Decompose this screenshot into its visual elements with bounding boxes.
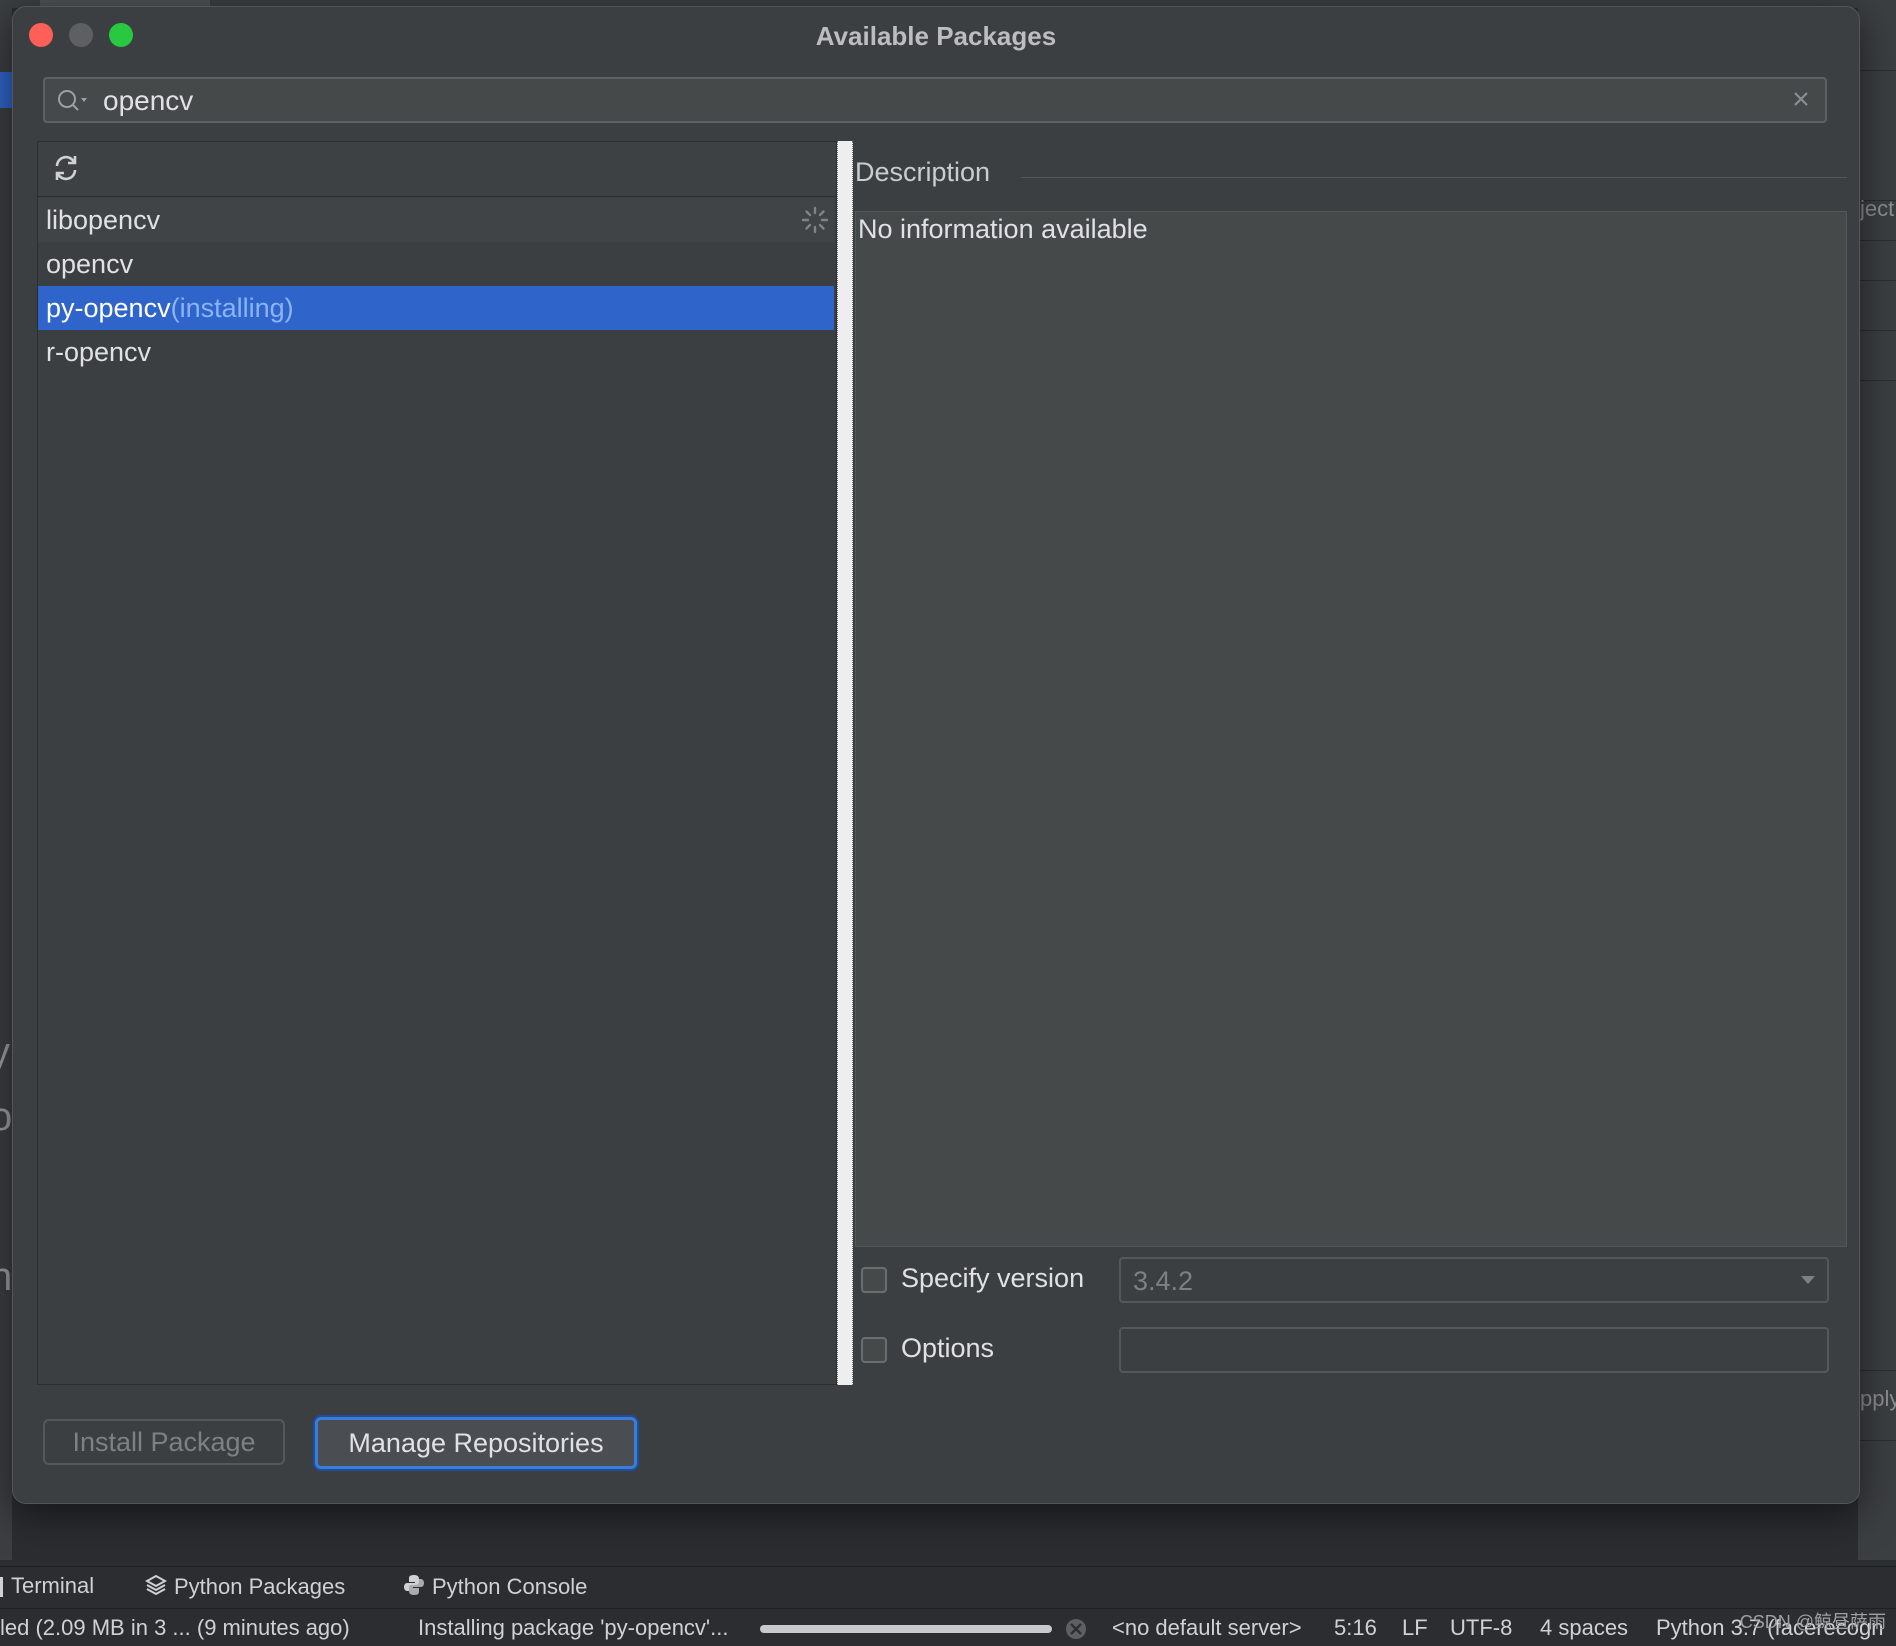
task-progress-bar	[760, 1625, 1052, 1633]
tool-window-label: Terminal	[11, 1573, 95, 1598]
status-message[interactable]: led (2.09 MB in 3 ... (9 minutes ago)	[0, 1615, 350, 1641]
description-panel: No information available	[855, 211, 1847, 1247]
watermark: CSDN @鲸昼萨雨	[1739, 1612, 1886, 1632]
description-text: No information available	[858, 214, 1148, 244]
status-encoding[interactable]: UTF-8	[1450, 1615, 1512, 1641]
package-list-toolbar	[38, 142, 836, 197]
tool-window-terminal[interactable]: Terminal	[0, 1573, 94, 1599]
tool-window-label: Python Console	[432, 1573, 588, 1599]
tool-window-python-packages[interactable]: Python Packages	[144, 1573, 345, 1603]
install-package-button[interactable]: Install Package	[43, 1419, 285, 1465]
options-checkbox[interactable]	[861, 1337, 887, 1363]
task-progress-fill	[760, 1625, 1052, 1633]
available-packages-dialog: Available Packages opencv libopencv open…	[12, 6, 1860, 1504]
cancel-task-icon[interactable]	[1064, 1617, 1088, 1646]
status-server[interactable]: <no default server>	[1112, 1615, 1302, 1641]
options-label: Options	[901, 1333, 995, 1363]
search-icon[interactable]	[57, 89, 91, 118]
dialog-title: Available Packages	[815, 21, 1057, 51]
panel-splitter-handle[interactable]	[837, 141, 853, 1385]
ide-left-selection	[0, 72, 12, 108]
specify-version-checkbox[interactable]	[861, 1267, 887, 1293]
status-indent[interactable]: 4 spaces	[1540, 1615, 1628, 1641]
layers-icon	[144, 1573, 168, 1603]
package-list-panel: libopencv opencv py-opencv(installing) r…	[37, 141, 837, 1385]
package-status: (installing)	[170, 293, 294, 323]
description-separator	[1021, 177, 1847, 178]
package-item-r-opencv[interactable]: r-opencv	[38, 330, 834, 374]
version-value: 3.4.2	[1133, 1266, 1194, 1296]
ide-left-text: n	[0, 1255, 13, 1299]
status-line-separator[interactable]: LF	[1402, 1615, 1428, 1641]
ide-right-text: ject	[1860, 196, 1895, 221]
options-input[interactable]	[1119, 1327, 1829, 1373]
clear-search-icon[interactable]	[1791, 89, 1811, 114]
python-icon	[402, 1573, 426, 1603]
ide-left-edge	[0, 0, 12, 1560]
description-label: Description	[855, 157, 991, 187]
package-name: py-opencv	[46, 293, 171, 323]
package-search-field[interactable]	[43, 77, 1827, 123]
package-item-opencv[interactable]: opencv	[38, 242, 834, 286]
tool-window-label: Python Packages	[174, 1573, 346, 1599]
status-caret-position[interactable]: 5:16	[1334, 1615, 1377, 1641]
refresh-icon[interactable]	[50, 152, 82, 189]
tool-window-bar: Terminal Python Packages Python Console	[0, 1566, 1896, 1607]
ide-right-panel	[1858, 0, 1896, 1560]
search-input[interactable]	[101, 85, 1745, 117]
package-name: opencv	[46, 249, 134, 279]
chevron-down-icon	[1799, 1273, 1817, 1291]
ide-left-text: o	[0, 1095, 13, 1139]
ide-left-text: y	[0, 1030, 10, 1074]
status-task-label[interactable]: Installing package 'py-opencv'...	[418, 1615, 728, 1641]
tool-window-python-console[interactable]: Python Console	[402, 1573, 587, 1603]
package-item-py-opencv[interactable]: py-opencv(installing)	[38, 286, 834, 330]
package-name: r-opencv	[46, 337, 152, 367]
package-item-libopencv[interactable]: libopencv	[38, 198, 834, 242]
manage-repositories-button[interactable]: Manage Repositories	[315, 1417, 637, 1469]
ide-right-text: pply	[1860, 1386, 1896, 1411]
package-name: libopencv	[46, 205, 161, 235]
specify-version-label: Specify version	[901, 1263, 1085, 1293]
status-bar: led (2.09 MB in 3 ... (9 minutes ago) In…	[0, 1608, 1896, 1645]
version-dropdown[interactable]: 3.4.2	[1119, 1257, 1829, 1303]
terminal-icon	[0, 1577, 3, 1598]
